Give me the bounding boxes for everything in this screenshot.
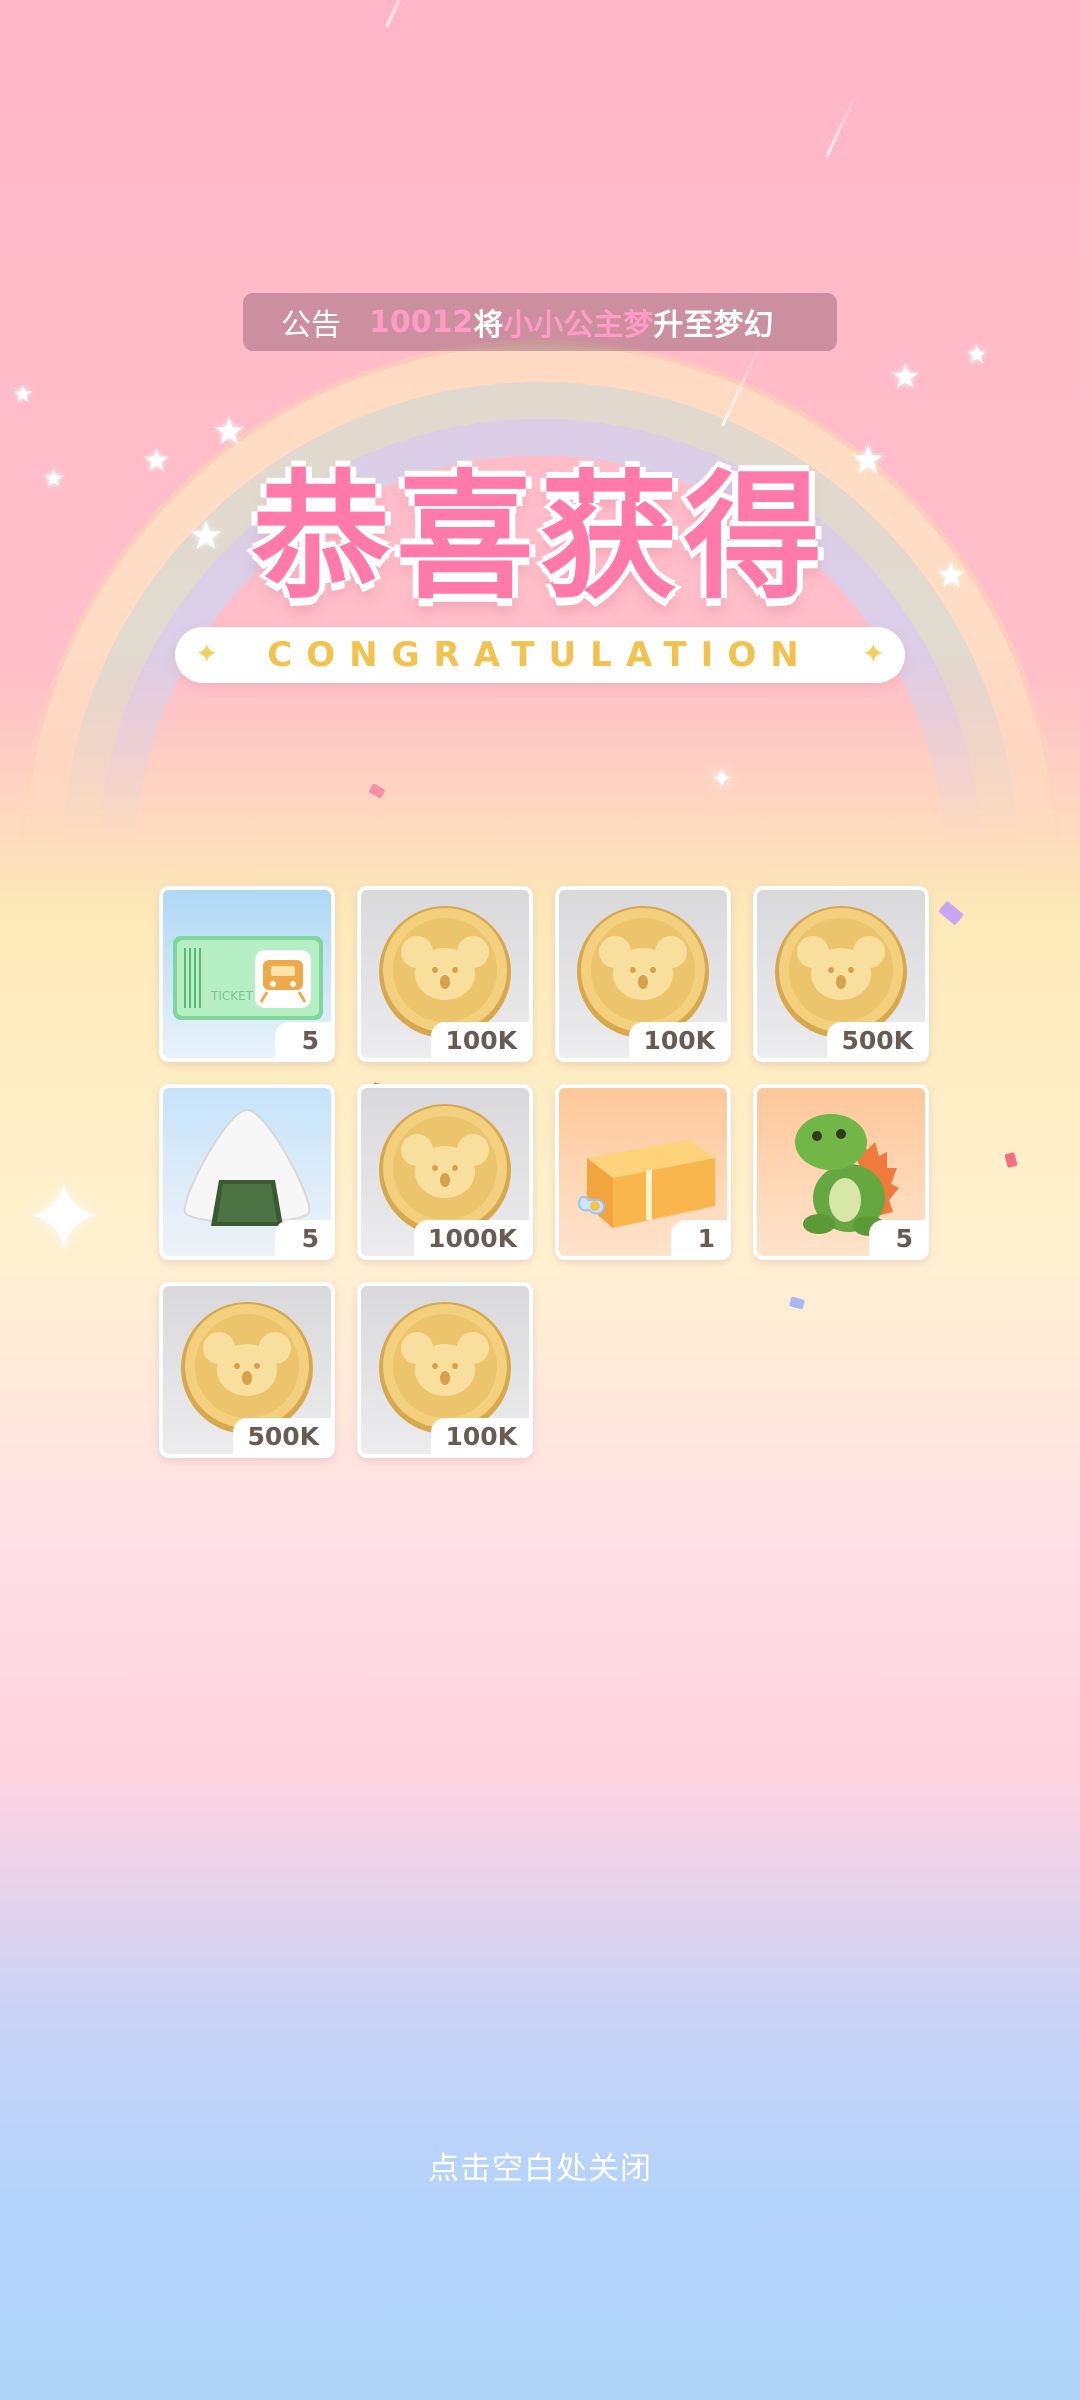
reward-item[interactable]: 100K — [555, 886, 731, 1062]
reward-quantity: 5 — [275, 1022, 331, 1058]
announcement-item-name: 小小公主梦 — [503, 308, 654, 343]
reward-item[interactable]: 500K — [159, 1282, 335, 1458]
reward-quantity: 1000K — [414, 1220, 529, 1256]
star-decoration: ★ — [965, 340, 989, 370]
reward-quantity: 5 — [869, 1220, 925, 1256]
announcement-text: 将 — [473, 308, 504, 343]
star-decoration: ★ — [890, 357, 921, 397]
subtitle-text: CONGRATULATION — [267, 635, 813, 675]
reward-quantity: 100K — [629, 1022, 727, 1058]
announcement-user-id: 10012 — [369, 304, 474, 340]
reward-item[interactable]: 500K — [753, 886, 929, 1062]
reward-quantity: 500K — [233, 1418, 331, 1454]
confetti-decoration — [1004, 1151, 1018, 1169]
reward-item[interactable]: 100K — [357, 1282, 533, 1458]
reward-item[interactable]: 5 — [159, 1084, 335, 1260]
announcement-label: 公告 — [281, 308, 341, 343]
close-hint-text[interactable]: 点击空白处关闭 — [0, 2143, 1080, 2188]
announcement-banner[interactable]: 公告 10012 将 小小公主梦 升至梦幻 — [243, 293, 837, 351]
reward-item[interactable]: 1 — [555, 1084, 731, 1260]
reward-item[interactable]: TICKET 5 — [159, 886, 335, 1062]
reward-item[interactable]: 1000K — [357, 1084, 533, 1260]
announcement-text: 升至梦幻 — [653, 308, 774, 343]
sparkle-decoration: ✦ — [710, 762, 734, 795]
reward-quantity: 100K — [431, 1022, 529, 1058]
svg-text:TICKET: TICKET — [210, 989, 254, 1003]
reward-quantity: 500K — [827, 1022, 925, 1058]
reward-item[interactable]: 5 — [753, 1084, 929, 1260]
page-title: 恭喜获得 — [251, 457, 828, 618]
sparkle-decoration: ✦ — [22, 1159, 106, 1276]
reward-quantity: 5 — [275, 1220, 331, 1256]
shooting-star-decoration — [385, 0, 418, 28]
reward-quantity: 100K — [431, 1418, 529, 1454]
sparkle-icon: ✦ — [195, 637, 219, 670]
reward-quantity: 1 — [671, 1220, 727, 1256]
shooting-star-decoration — [825, 92, 858, 158]
star-decoration: ★ — [12, 380, 34, 408]
rewards-grid: TICKET 5 100K 100K 500K 5 1000K 1 5 500K… — [159, 886, 931, 1458]
reward-item[interactable]: 100K — [357, 886, 533, 1062]
subtitle-banner: ✦ CONGRATULATION ✦ — [175, 627, 905, 683]
sparkle-icon: ✦ — [861, 637, 885, 670]
